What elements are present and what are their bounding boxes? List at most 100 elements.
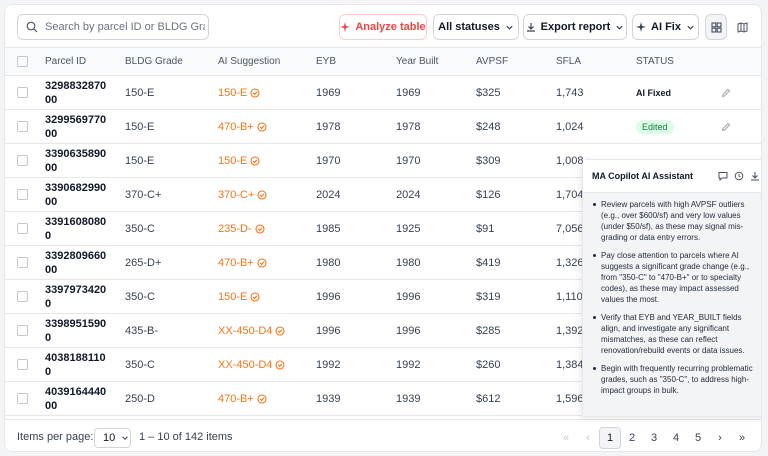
analyze-label: Analyze table — [355, 21, 426, 33]
ai-suggestion[interactable]: 150-E — [218, 87, 316, 99]
row-checkbox[interactable] — [17, 155, 28, 167]
year-built: 1939 — [396, 381, 476, 416]
select-all-checkbox[interactable] — [17, 55, 28, 67]
parcel-id[interactable]: 3391608080 0 — [45, 215, 107, 243]
status-filter-label: All statuses — [438, 21, 500, 33]
col-sfla[interactable]: SFLA — [556, 47, 636, 76]
select-all-cell[interactable] — [5, 47, 45, 76]
assistant-tips: Review parcels with high AVPSF outliers … — [593, 199, 758, 396]
map-view-button[interactable] — [731, 14, 753, 40]
items-per-page-select[interactable]: 10 — [94, 428, 131, 448]
sfla: 1,024 — [556, 109, 636, 144]
avpsf: $285 — [476, 313, 556, 348]
assistant-header: MA Copilot AI Assistant — [583, 160, 761, 193]
table-row[interactable]: 3298832870 00 150-E 150-E 1969 1969 $325… — [5, 75, 761, 110]
row-checkbox[interactable] — [17, 223, 28, 235]
download-icon[interactable] — [750, 171, 760, 181]
next-page-button[interactable]: › — [709, 427, 731, 449]
bldg-grade: 370-C+ — [125, 177, 218, 212]
check-circle-icon — [250, 155, 260, 166]
pagination: « ‹ 1 2 3 4 5 › » — [555, 427, 753, 449]
row-checkbox[interactable] — [17, 121, 28, 133]
check-circle-icon — [250, 291, 260, 302]
parcel-id[interactable]: 3398951590 0 — [45, 317, 107, 345]
ai-suggestion-value: 470-B+ — [218, 256, 254, 269]
eyb: 1978 — [316, 109, 396, 144]
parcel-id[interactable]: 4039164440 00 — [45, 385, 107, 413]
col-status[interactable]: STATUS — [636, 47, 721, 76]
last-page-button[interactable]: » — [731, 427, 753, 449]
ai-suggestion-value: 470-B+ — [218, 392, 254, 405]
bldg-grade: 150-E — [125, 75, 218, 110]
status-filter-dropdown[interactable]: All statuses — [433, 14, 519, 40]
row-checkbox[interactable] — [17, 359, 28, 371]
export-report-button[interactable]: Export report — [523, 14, 627, 40]
pencil-icon[interactable] — [721, 122, 761, 132]
page-button-1[interactable]: 1 — [599, 427, 621, 449]
parcel-id[interactable]: 3392809660 00 — [45, 249, 107, 277]
ai-suggestion-value: 470-B+ — [218, 120, 254, 133]
ai-suggestion[interactable]: XX-450-D4 — [218, 325, 316, 337]
grid-icon — [711, 22, 722, 33]
status-badge: Edited — [636, 119, 674, 134]
year-built: 1996 — [396, 279, 476, 314]
parcel-id[interactable]: 3299569770 00 — [45, 113, 107, 141]
parcel-id[interactable]: 3390682990 00 — [45, 181, 107, 209]
pencil-icon[interactable] — [721, 88, 761, 98]
table-row[interactable]: 3299569770 00 150-E 470-B+ 1978 1978 $24… — [5, 109, 761, 144]
year-built: 1980 — [396, 245, 476, 280]
toolbar: Analyze table All statuses Export report… — [5, 5, 761, 47]
year-built: 1978 — [396, 109, 476, 144]
ai-suggestion[interactable]: 470-B+ — [218, 257, 316, 269]
page-button-5[interactable]: 5 — [687, 427, 709, 449]
row-checkbox[interactable] — [17, 87, 28, 99]
col-ai-suggestion[interactable]: AI Suggestion — [218, 47, 316, 76]
col-bldg-grade[interactable]: BLDG Grade — [125, 47, 218, 76]
ai-suggestion[interactable]: 470-B+ — [218, 393, 316, 405]
table-footer: Items per page: 10 1 – 10 of 142 items «… — [5, 419, 761, 451]
search-box[interactable] — [17, 14, 209, 40]
year-built: 1969 — [396, 75, 476, 110]
history-icon[interactable] — [734, 171, 744, 181]
parcel-id[interactable]: 3298832870 00 — [45, 79, 107, 107]
search-input[interactable] — [45, 21, 205, 33]
feedback-icon[interactable] — [718, 171, 728, 181]
avpsf: $126 — [476, 177, 556, 212]
eyb: 1939 — [316, 381, 396, 416]
eyb: 1996 — [316, 279, 396, 314]
col-eyb[interactable]: EYB — [316, 47, 396, 76]
assistant-title: MA Copilot AI Assistant — [592, 171, 693, 181]
ai-suggestion[interactable]: 470-B+ — [218, 121, 316, 133]
ai-suggestion[interactable]: 150-E — [218, 291, 316, 303]
row-checkbox[interactable] — [17, 189, 28, 201]
ai-fix-button[interactable]: AI Fix — [632, 14, 699, 40]
page-button-2[interactable]: 2 — [621, 427, 643, 449]
col-year-built[interactable]: Year Built — [396, 47, 476, 76]
ai-suggestion[interactable]: XX-450-D4 — [218, 359, 316, 371]
ai-suggestion[interactable]: 370-C+ — [218, 189, 316, 201]
row-checkbox[interactable] — [17, 393, 28, 405]
assistant-tip: Verify that EYB and YEAR_BUILT fields al… — [593, 312, 758, 356]
parcel-id[interactable]: 3397973420 0 — [45, 283, 107, 311]
search-icon — [26, 21, 38, 33]
row-checkbox[interactable] — [17, 257, 28, 269]
row-checkbox[interactable] — [17, 325, 28, 337]
page-button-4[interactable]: 4 — [665, 427, 687, 449]
analyze-table-button[interactable]: Analyze table — [339, 14, 427, 40]
col-parcel-id[interactable]: Parcel ID — [45, 47, 125, 76]
chevron-down-icon — [615, 23, 624, 32]
first-page-button[interactable]: « — [555, 427, 577, 449]
ai-suggestion[interactable]: 235-D- — [218, 223, 316, 235]
parcel-id[interactable]: 3390635890 00 — [45, 147, 107, 175]
status-badge: AI Fixed — [636, 87, 672, 98]
col-avpsf[interactable]: AVPSF — [476, 47, 556, 76]
page-button-3[interactable]: 3 — [643, 427, 665, 449]
ai-suggestion-value: 150-E — [218, 86, 248, 99]
ai-suggestion[interactable]: 150-E — [218, 155, 316, 167]
eyb: 1992 — [316, 347, 396, 382]
bldg-grade: 350-C — [125, 211, 218, 246]
prev-page-button[interactable]: ‹ — [577, 427, 599, 449]
row-checkbox[interactable] — [17, 291, 28, 303]
grid-view-button[interactable] — [705, 14, 727, 40]
parcel-id[interactable]: 4038188110 0 — [45, 351, 107, 379]
